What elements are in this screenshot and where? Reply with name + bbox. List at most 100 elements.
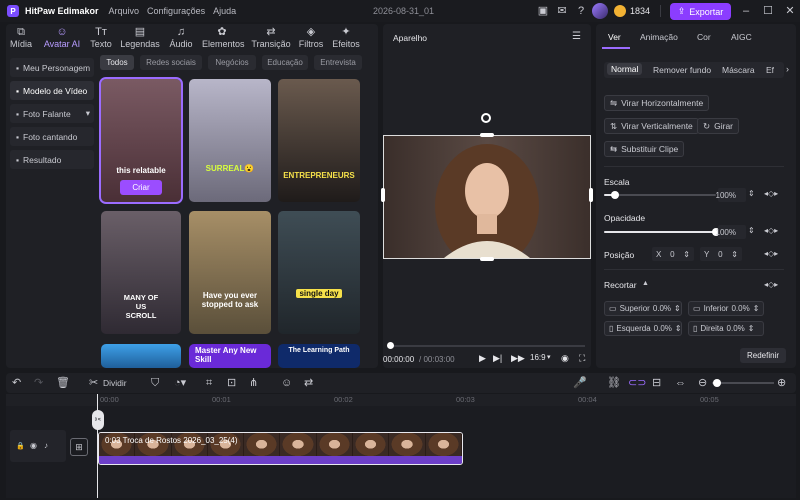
rotate-handle-icon[interactable] (481, 113, 491, 123)
feedback-icon[interactable]: ✉ (555, 4, 569, 18)
split-icon[interactable]: ✂ (89, 376, 98, 390)
filter-interview[interactable]: Entrevista (314, 55, 362, 70)
tab-view[interactable]: Ver (608, 32, 621, 42)
resize-handle-top[interactable] (480, 133, 494, 137)
scrubber-knob[interactable] (387, 342, 394, 349)
fit-icon[interactable]: ⊡ (227, 376, 236, 390)
fast-forward-icon[interactable]: ▶▶ (511, 353, 525, 364)
timeline[interactable]: 00:00 00:01 00:02 00:03 00:04 00:05 ✂ 🔒 … (6, 394, 796, 498)
subtab-mask[interactable]: Máscara (722, 65, 755, 75)
filter-social[interactable]: Redes sociais (140, 55, 202, 70)
tab-aigc[interactable]: AIGC (731, 32, 752, 42)
tab-text[interactable]: Tт Texto (81, 26, 121, 49)
filter-all[interactable]: Todos (100, 55, 134, 70)
filter-business[interactable]: Negócios (208, 55, 256, 70)
subtab-remove-bg[interactable]: Remover fundo (653, 65, 711, 75)
minimize-icon[interactable]: – (739, 4, 753, 18)
reset-button[interactable]: Redefinir (740, 348, 786, 363)
menu-file[interactable]: Arquivo (109, 6, 140, 16)
menu-settings[interactable]: Configurações (147, 6, 205, 16)
template-card[interactable]: single day (278, 211, 360, 334)
tab-color[interactable]: Cor (697, 32, 711, 42)
microphone-icon[interactable]: 🎤 (573, 376, 587, 390)
resize-handle-right[interactable] (589, 188, 593, 202)
resize-handle-left[interactable] (381, 188, 385, 202)
tab-captions[interactable]: ▤ Legendas (120, 26, 160, 49)
playhead[interactable] (97, 394, 98, 498)
side-my-character[interactable]: ▪ Meu Personagem (10, 58, 94, 77)
mute-icon[interactable]: ♪ (44, 441, 48, 450)
help-icon[interactable]: ? (574, 4, 588, 18)
tab-audio[interactable]: ♫ Áudio (161, 26, 201, 49)
user-avatar[interactable] (592, 3, 608, 19)
stepper-icon[interactable]: ⇕ (748, 189, 755, 198)
zoom-slider-knob[interactable] (713, 379, 721, 387)
maximize-icon[interactable]: ☐ (761, 4, 775, 18)
magnet-icon[interactable]: ⊂⊃ (628, 376, 646, 390)
keyframe-icon[interactable]: ◂◇▸ (764, 249, 778, 258)
tab-filters[interactable]: ◈ Filtros (291, 26, 331, 49)
flip-vertical-button[interactable]: ⇅ Virar Verticalmente (604, 118, 699, 134)
tab-avatar-ai[interactable]: ☺ Avatar AI (42, 26, 82, 49)
crop-right-field[interactable]: ▯ Direita 0.0% ⇕ (688, 321, 764, 336)
undo-icon[interactable]: ↶ (12, 376, 21, 390)
tab-effects[interactable]: ✦ Efeitos (326, 26, 366, 49)
crop-left-field[interactable]: ▯ Esquerda 0.0% ⇕ (604, 321, 682, 336)
layout-icon[interactable]: ▣ (536, 4, 550, 18)
freeze-frame-icon[interactable]: ⛉ (151, 376, 159, 390)
playhead-cut-icon[interactable]: ✂ (92, 410, 104, 430)
time-ruler[interactable] (6, 394, 796, 406)
replace-icon[interactable]: ⇄ (304, 376, 313, 390)
crop-top-field[interactable]: ▭ Superior 0.0% ⇕ (604, 301, 682, 316)
side-singing-photo[interactable]: ▪ Foto cantando (10, 127, 94, 146)
preview-canvas[interactable] (381, 133, 593, 261)
close-icon[interactable]: ✕ (783, 4, 797, 18)
keyframe-icon[interactable]: ◂◇▸ (764, 189, 778, 198)
create-button[interactable]: Criar (120, 180, 162, 195)
tab-media[interactable]: ⧉ Mídia (1, 26, 41, 49)
template-card[interactable]: Have you ever stopped to ask (189, 211, 271, 334)
tab-transition[interactable]: ⇄ Transição (251, 26, 291, 49)
visibility-icon[interactable]: ◉ (30, 441, 37, 450)
keyframe-icon[interactable]: ◂◇▸ (764, 280, 778, 289)
side-talking-photo[interactable]: ▪ Foto Falante ▾ (10, 104, 94, 123)
replace-clip-button[interactable]: ⇆ Substituir Clipe (604, 141, 685, 157)
export-button[interactable]: ⇪ Exportar (670, 3, 731, 20)
side-result[interactable]: ▪ Resultado (10, 150, 94, 169)
lock-icon[interactable]: 🔒 (16, 442, 25, 450)
flip-horizontal-button[interactable]: ⇋ Virar Horizontalmente (604, 95, 710, 111)
speed-icon[interactable]: ◔▾ (174, 376, 186, 390)
add-media-icon[interactable]: ⊞ (70, 438, 88, 456)
opacity-value[interactable]: 100% (716, 225, 746, 239)
crop-bottom-field[interactable]: ▭ Inferior 0.0% ⇕ (688, 301, 764, 316)
menu-icon[interactable]: ☰ (572, 31, 581, 42)
position-y-field[interactable]: Y 0 ⇕ (700, 247, 742, 261)
zoom-in-icon[interactable]: ⊕ (777, 376, 786, 390)
subtab-effects[interactable]: Ef (766, 65, 774, 75)
zoom-out-icon[interactable]: ⊖ (698, 376, 707, 390)
scale-value[interactable]: 100% (716, 188, 746, 202)
template-card[interactable]: The Learning Path (278, 344, 360, 368)
template-card[interactable]: MANY OF US SCROLL (101, 211, 181, 334)
tab-elements[interactable]: ✿ Elementos (202, 26, 245, 49)
template-card[interactable]: SURREAL😮 (189, 79, 271, 202)
video-clip[interactable]: 0:03 Troca de Rostos 2026_03_25(4) (98, 432, 463, 465)
link-icon[interactable]: ⛓ (607, 376, 621, 390)
template-card[interactable]: ENTREPRENEURS (278, 79, 360, 202)
scale-slider-knob[interactable] (611, 191, 620, 199)
chevron-right-icon[interactable]: › (786, 64, 789, 74)
tab-animation[interactable]: Animação (640, 32, 678, 42)
chevron-up-icon[interactable]: ▲ (642, 280, 649, 287)
keyframe-icon[interactable]: ◂◇▸ (764, 226, 778, 235)
template-card[interactable]: this relatable Criar (99, 77, 183, 204)
camera-icon[interactable]: ◉ (561, 353, 569, 364)
delete-icon[interactable]: 🗑 (56, 376, 70, 390)
template-card[interactable]: Master Any New Skill (189, 344, 271, 368)
track-icon[interactable]: ⊟ (652, 376, 661, 390)
next-frame-icon[interactable]: ▶| (493, 353, 502, 364)
rotate-button[interactable]: ↻ Girar (697, 118, 740, 134)
zoom-slider[interactable] (712, 382, 774, 384)
template-card[interactable] (101, 344, 181, 368)
side-video-template[interactable]: ▪ Modelo de Vídeo (10, 81, 94, 100)
preview-scrubber[interactable] (389, 345, 585, 347)
